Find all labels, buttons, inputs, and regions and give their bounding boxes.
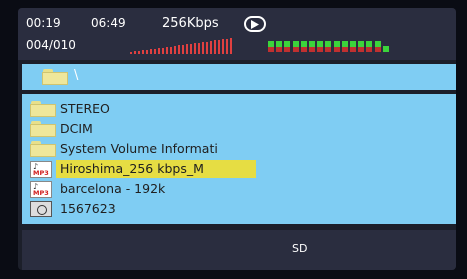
volume-meter-bar <box>138 50 140 54</box>
item-label: DCIM <box>60 121 93 136</box>
item-label: barcelona - 192k <box>60 181 166 196</box>
volume-meter-bar <box>182 44 184 54</box>
mp3-file-icon: ♪ MP3 <box>30 181 52 198</box>
item-label: System Volume Informati <box>60 141 218 156</box>
level-meter-segment <box>284 41 291 52</box>
mp3-file-icon: ♪ MP3 <box>30 161 52 178</box>
path-bar: \ <box>22 64 456 90</box>
volume-meter-bar <box>218 39 220 54</box>
level-meter-segment <box>300 41 307 52</box>
level-meter-segment <box>358 41 365 52</box>
folder-icon <box>30 141 56 157</box>
total-time: 06:49 <box>91 16 126 30</box>
level-meter-segment <box>309 41 315 52</box>
photo-file-icon <box>30 201 52 217</box>
track-position: 004/010 <box>26 38 76 52</box>
level-meter-segment <box>341 41 348 52</box>
volume-meter-bar <box>158 48 160 54</box>
volume-meter-bar <box>178 45 180 54</box>
volume-meter-bar <box>194 43 196 54</box>
list-item-folder[interactable]: DCIM <box>22 120 456 138</box>
level-meter-segment <box>268 41 274 52</box>
volume-meter-bar <box>142 50 144 54</box>
list-item-folder[interactable]: System Volume Informati <box>22 140 456 158</box>
bitrate: 256Kbps <box>162 16 219 31</box>
storage-label: SD <box>292 242 308 255</box>
volume-meter-bar <box>202 42 204 54</box>
volume-meter-bar <box>230 38 232 54</box>
list-item-folder[interactable]: STEREO <box>22 100 456 118</box>
elapsed-time: 00:19 <box>26 16 61 30</box>
player-screen: 00:19 06:49 004/010 256Kbps \ STEREO DCI… <box>18 8 456 270</box>
status-bar: 00:19 06:49 004/010 256Kbps <box>18 8 456 60</box>
volume-meter-bar <box>190 43 192 54</box>
volume-meter-bar <box>150 49 152 54</box>
level-meter-segment <box>374 41 381 52</box>
volume-meter-bar <box>226 38 228 54</box>
level-meter-segment <box>366 41 373 52</box>
current-path: \ <box>74 68 79 83</box>
item-label: Hiroshima_256 kbps_M <box>60 161 204 176</box>
volume-meter-bar <box>146 49 148 54</box>
volume-meter-bar <box>186 44 188 54</box>
list-item-mp3-selected[interactable]: ♪ MP3 Hiroshima_256 kbps_M <box>22 160 456 178</box>
item-label: 1567623 <box>60 201 116 216</box>
volume-meter-bar <box>210 41 212 54</box>
volume-meter <box>130 38 234 54</box>
file-list: STEREO DCIM System Volume Informati ♪ MP3… <box>22 94 456 224</box>
volume-meter-bar <box>166 47 168 54</box>
list-item-mp3[interactable]: ♪ MP3 barcelona - 192k <box>22 180 456 198</box>
folder-icon <box>42 69 68 85</box>
level-meter-segment <box>276 41 283 52</box>
volume-meter-bar <box>214 40 216 54</box>
volume-meter-bar <box>130 52 132 54</box>
list-item-photo[interactable]: 1567623 <box>22 200 456 218</box>
volume-meter-bar <box>134 51 136 54</box>
volume-meter-bar <box>170 46 172 54</box>
level-meter-segment <box>382 46 389 52</box>
level-meter-segment <box>292 41 299 52</box>
bottom-bar: SD <box>22 230 456 270</box>
level-meter-segment <box>333 41 340 52</box>
volume-meter-bar <box>198 42 200 54</box>
volume-meter-bar <box>174 45 176 54</box>
level-meter <box>268 41 394 52</box>
volume-meter-bar <box>154 48 156 54</box>
item-label: STEREO <box>60 101 110 116</box>
level-meter-segment <box>325 41 332 52</box>
volume-meter-bar <box>222 39 224 54</box>
volume-meter-bar <box>206 41 208 54</box>
volume-meter-bar <box>162 47 164 54</box>
level-meter-segment <box>317 41 324 52</box>
play-icon[interactable] <box>244 16 266 32</box>
folder-icon <box>30 101 56 117</box>
folder-icon <box>30 121 56 137</box>
level-meter-segment <box>350 41 356 52</box>
